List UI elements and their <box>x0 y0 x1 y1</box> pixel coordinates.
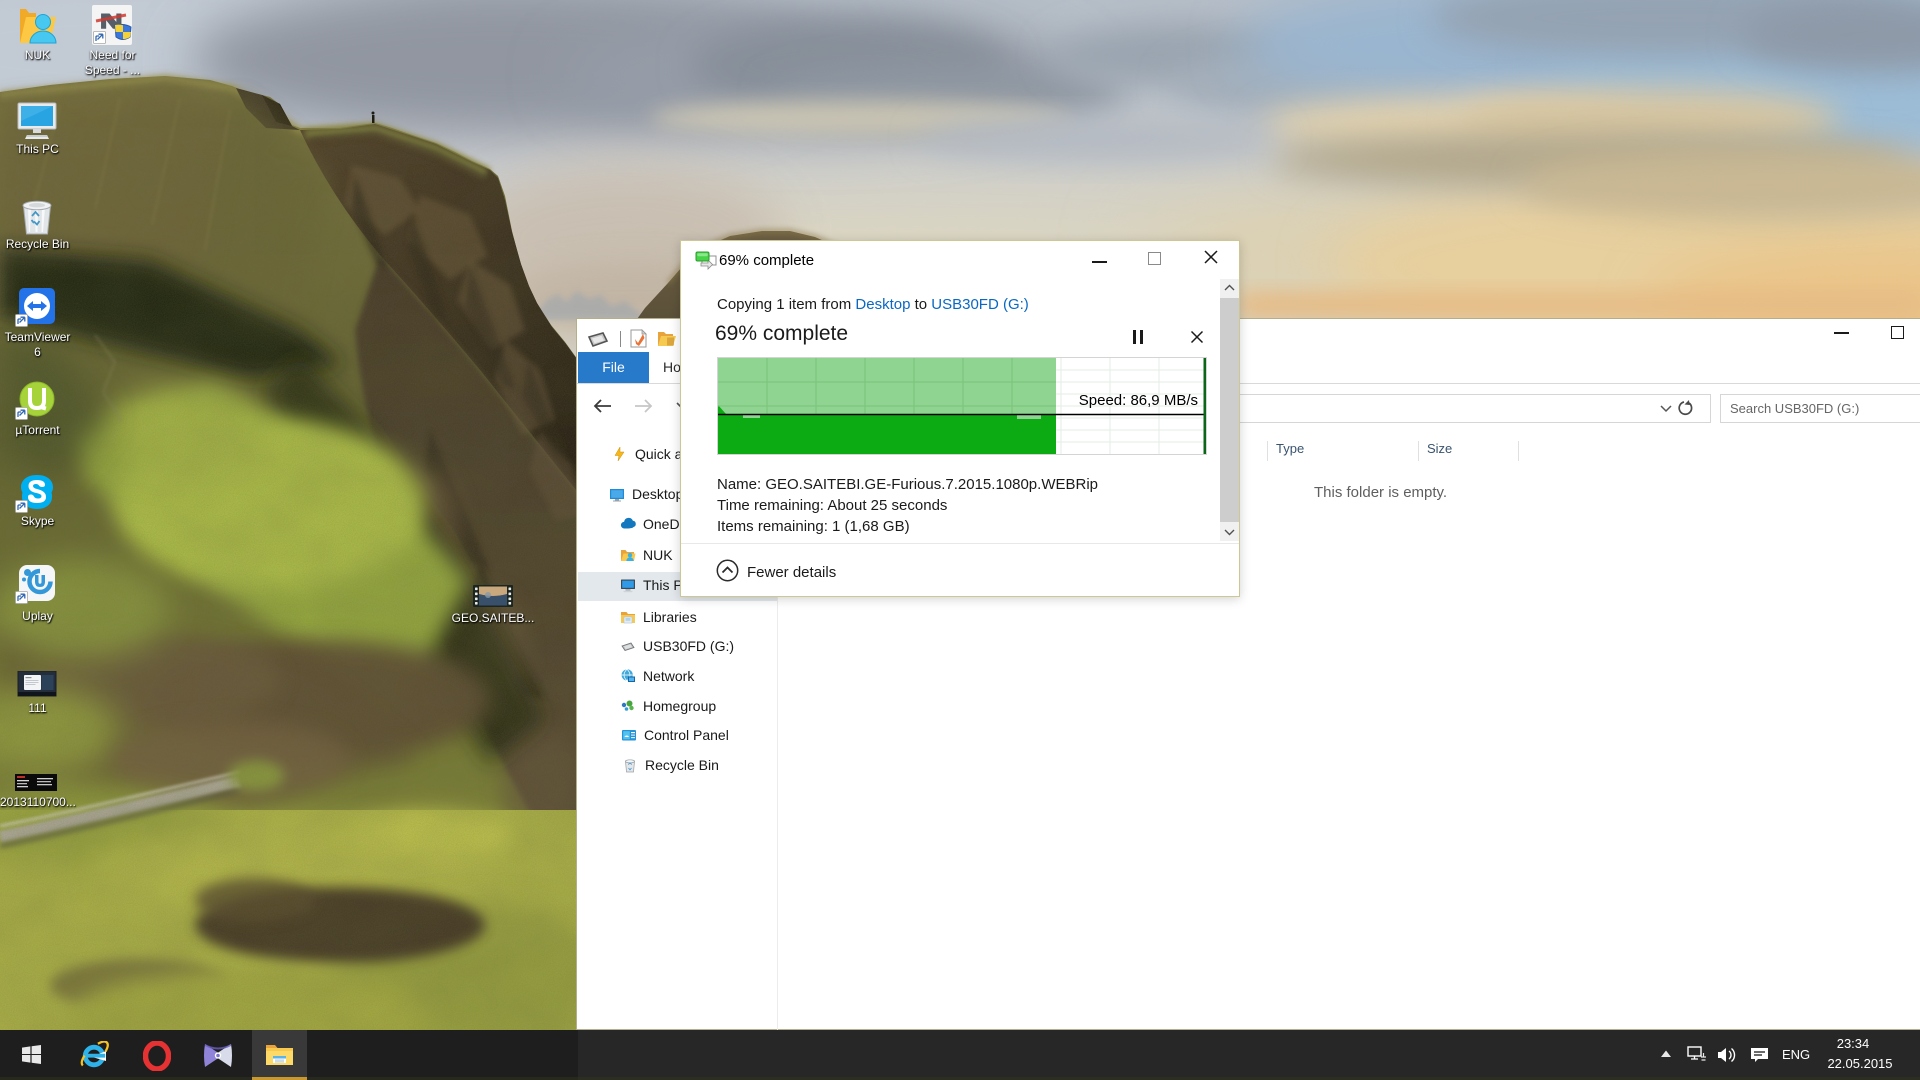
svg-text:Speed: 86,9 MB/s: Speed: 86,9 MB/s <box>1079 392 1198 409</box>
